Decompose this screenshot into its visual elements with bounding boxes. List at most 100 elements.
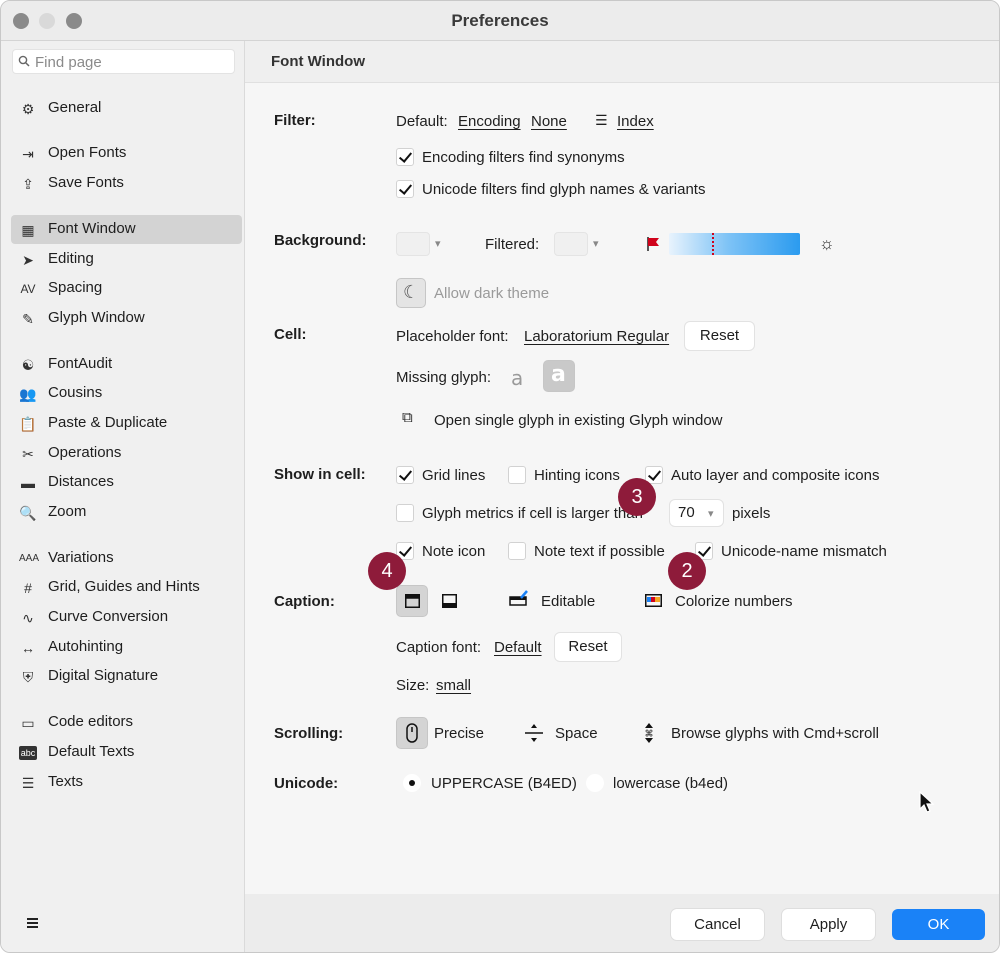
size-label: Size: — [396, 677, 430, 694]
sidebar-item-label: General — [48, 99, 102, 116]
filter-encoding-dropdown[interactable]: Encoding — [458, 113, 521, 130]
gear-icon: ⚙ — [21, 101, 35, 117]
filter-label: Filter: — [274, 112, 316, 129]
sidebar: ⚙ General ⇥ Open Fonts ⇪ Save Fonts ▦ Fo… — [1, 41, 245, 952]
missing-glyph-label: Missing glyph: — [396, 369, 492, 386]
annotation-badge-2: 2 — [668, 552, 706, 590]
hinting-icons-checkbox[interactable] — [508, 466, 526, 484]
unicode-variants-checkbox[interactable] — [396, 180, 414, 198]
placeholder-reset-button[interactable]: Reset — [685, 322, 754, 350]
note-icon-label: Note icon — [422, 543, 486, 560]
sidebar-item-digital-signature[interactable]: ⛨ Digital Signature — [11, 662, 242, 691]
allow-dark-theme-toggle[interactable]: ☾ — [396, 278, 426, 308]
sidebar-item-autohinting[interactable]: ↔ Autohinting — [11, 633, 242, 662]
grid-icon: ▦ — [21, 222, 35, 238]
allow-dark-theme-label: Allow dark theme — [434, 285, 550, 302]
glyph-metrics-label: Glyph metrics if cell is larger than — [422, 505, 643, 522]
search-input[interactable] — [35, 52, 230, 72]
sidebar-item-default-texts[interactable]: abc Default Texts — [11, 738, 242, 767]
encoding-synonyms-checkbox[interactable] — [396, 148, 414, 166]
ok-button[interactable]: OK — [892, 909, 985, 940]
browse-glyphs-label: Browse glyphs with Cmd+scroll — [671, 725, 879, 742]
sidebar-item-label: Variations — [48, 549, 114, 566]
size-selector[interactable]: small — [436, 677, 471, 694]
slider-marker[interactable] — [712, 233, 714, 255]
sidebar-item-curve-conversion[interactable]: ∿ Curve Conversion — [11, 603, 242, 632]
missing-glyph-outline-option[interactable]: a — [511, 366, 523, 390]
sidebar-item-cousins[interactable]: 👥 Cousins — [11, 379, 242, 408]
sidebar-item-grid-guides-hints[interactable]: # Grid, Guides and Hints — [11, 573, 242, 602]
audit-icon: ☯ — [21, 357, 35, 373]
content-header: Font Window — [245, 41, 999, 83]
sidebar-item-texts[interactable]: ☰ Texts — [11, 768, 242, 797]
missing-glyph-filled-option[interactable]: a — [543, 360, 575, 392]
filtered-color-well[interactable] — [554, 232, 588, 256]
chevron-down-icon[interactable]: ▾ — [593, 237, 599, 250]
sidebar-item-open-fonts[interactable]: ⇥ Open Fonts — [11, 139, 242, 168]
colorize-numbers-icon[interactable] — [645, 594, 662, 607]
sidebar-item-label: Grid, Guides and Hints — [48, 578, 200, 595]
glyph-a-label: a — [551, 362, 566, 387]
pixels-value: 70 — [678, 504, 695, 521]
sidebar-item-label: Cousins — [48, 384, 103, 401]
space-scroll-icon[interactable] — [524, 723, 544, 743]
sidebar-item-distances[interactable]: ▬ Distances — [11, 468, 242, 497]
chevron-down-icon: ▾ — [708, 508, 714, 520]
filter-none-dropdown[interactable]: None — [531, 113, 567, 130]
sidebar-item-label: Default Texts — [48, 743, 135, 760]
caption-top-option[interactable] — [396, 585, 428, 617]
sidebar-item-operations[interactable]: ✂ Operations — [11, 439, 242, 468]
grid-lines-checkbox[interactable] — [396, 466, 414, 484]
cancel-button[interactable]: Cancel — [671, 909, 764, 940]
sidebar-item-fontaudit[interactable]: ☯ FontAudit — [11, 350, 242, 379]
sidebar-item-font-window[interactable]: ▦ Font Window — [11, 215, 242, 244]
caption-font-selector[interactable]: Default — [494, 639, 542, 656]
browse-glyphs-icon[interactable]: ⌘ — [641, 722, 657, 744]
note-text-checkbox[interactable] — [508, 542, 526, 560]
uppercase-label: UPPERCASE (B4ED) — [431, 775, 577, 792]
editable-caption-icon[interactable] — [509, 589, 529, 607]
placeholder-font-selector[interactable]: Laboratorium Regular — [524, 328, 669, 345]
sidebar-item-label: Spacing — [48, 279, 103, 296]
edit-icon: ✎ — [22, 311, 34, 327]
search-box[interactable] — [12, 49, 235, 74]
background-color-well[interactable] — [396, 232, 430, 256]
flag-icon[interactable] — [646, 236, 660, 252]
chevron-down-icon[interactable]: ▾ — [435, 237, 441, 250]
highlight-slider[interactable] — [669, 233, 800, 255]
lowercase-radio[interactable] — [586, 774, 604, 792]
sidebar-item-spacing[interactable]: AV Spacing — [11, 274, 242, 303]
pixels-combo[interactable]: 70 ▾ — [670, 500, 723, 526]
sidebar-item-editing[interactable]: ➤ Editing — [11, 245, 242, 274]
apply-button[interactable]: Apply — [782, 909, 875, 940]
sidebar-item-glyph-window[interactable]: ✎ Glyph Window — [11, 304, 242, 333]
sun-icon[interactable]: ☼ — [819, 234, 835, 254]
encoding-synonyms-label: Encoding filters find synonyms — [422, 149, 625, 166]
clipboard-icon: 📋 — [19, 416, 37, 432]
sidebar-item-general[interactable]: ⚙ General — [11, 94, 242, 123]
sidebar-item-zoom[interactable]: 🔍 Zoom — [11, 498, 242, 527]
lowercase-label: lowercase (b4ed) — [613, 775, 729, 792]
glyph-metrics-checkbox[interactable] — [396, 504, 414, 522]
glyph-window-icon[interactable]: ⧉ — [402, 409, 413, 426]
sidebar-item-paste-duplicate[interactable]: 📋 Paste & Duplicate — [11, 409, 242, 438]
placeholder-font-label: Placeholder font: — [396, 328, 509, 345]
uppercase-radio[interactable] — [403, 774, 421, 792]
curve-icon: ∿ — [22, 610, 34, 626]
unicode-label: Unicode: — [274, 775, 339, 792]
sidebar-item-label: Paste & Duplicate — [48, 414, 168, 431]
sidebar-item-code-editors[interactable]: ▭ Code editors — [11, 708, 242, 737]
caption-bottom-icon[interactable] — [442, 594, 457, 608]
annotation-badge-3: 3 — [618, 478, 656, 516]
mouse-icon — [406, 723, 418, 743]
filter-index-dropdown[interactable]: Index — [617, 113, 654, 130]
annotation-badge-4: 4 — [368, 552, 406, 590]
sidebar-item-variations[interactable]: AAA Variations — [11, 544, 242, 573]
hamburger-menu-icon[interactable] — [24, 916, 42, 930]
unicode-mismatch-label: Unicode-name mismatch — [721, 543, 887, 560]
caption-reset-button[interactable]: Reset — [555, 633, 621, 661]
sidebar-item-save-fonts[interactable]: ⇪ Save Fonts — [11, 169, 242, 198]
precise-scroll-option[interactable] — [396, 717, 428, 749]
footer-bar: Cancel Apply OK — [245, 894, 999, 952]
magnifier-icon: 🔍 — [19, 505, 37, 521]
